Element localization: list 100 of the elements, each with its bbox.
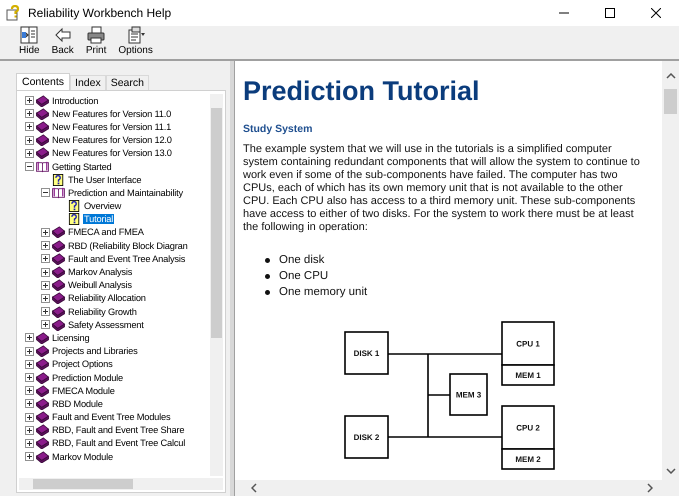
expand-icon[interactable]	[25, 346, 34, 356]
help-page-icon	[67, 200, 82, 212]
expand-icon[interactable]	[25, 360, 34, 369]
toolbar-button[interactable]: Hide	[16, 26, 43, 56]
book-icon	[51, 292, 66, 304]
horizontal-scrollbar[interactable]	[235, 480, 679, 496]
close-icon[interactable]	[651, 8, 661, 18]
expand-icon[interactable]	[25, 386, 34, 396]
tree-item[interactable]: Prediction and Maintainability	[67, 188, 184, 198]
book-icon	[51, 279, 66, 292]
open-book-icon	[51, 186, 66, 199]
expand-icon[interactable]	[41, 294, 50, 303]
tree-item[interactable]: Getting Started	[51, 162, 113, 172]
expand-icon[interactable]	[25, 148, 34, 158]
expand-icon[interactable]	[25, 373, 34, 382]
book-icon	[51, 266, 66, 278]
scroll-thumb[interactable]	[664, 89, 677, 114]
book-icon	[35, 120, 50, 133]
tree-item[interactable]: FMECA and FMEA	[67, 227, 145, 238]
toolbar-button[interactable]: Back	[48, 26, 77, 56]
expand-icon[interactable]	[25, 136, 34, 145]
book-icon	[35, 450, 50, 463]
tree-item[interactable]: RBD, Fault and Event Tree Share	[51, 425, 186, 436]
tree-item[interactable]: Safety Assessment	[67, 320, 145, 330]
diagram-block: CPU 2	[501, 405, 555, 450]
book-icon	[51, 318, 66, 331]
tree-item[interactable]: Tutorial	[83, 214, 114, 224]
bullet-icon	[265, 290, 270, 294]
expand-icon[interactable]	[25, 426, 34, 435]
tab[interactable]: Search	[106, 75, 149, 90]
tree-item[interactable]: The User Interface	[67, 174, 142, 185]
expand-icon[interactable]	[41, 307, 50, 316]
tree-item[interactable]: Overview	[83, 201, 122, 212]
book-icon	[35, 345, 50, 358]
expand-icon[interactable]	[41, 254, 50, 264]
tree-item[interactable]: Licensing	[51, 332, 90, 343]
tree-item[interactable]: Project Options	[51, 359, 114, 370]
book-icon	[35, 147, 50, 160]
tree-item[interactable]: New Features for Version 11.0	[51, 108, 172, 119]
scrollbar[interactable]	[662, 61, 679, 480]
scroll-up-icon[interactable]	[666, 73, 676, 79]
tab[interactable]: Index	[70, 75, 106, 90]
expand-icon[interactable]	[25, 122, 34, 132]
maximize-icon[interactable]	[605, 8, 615, 18]
book-icon	[51, 226, 66, 238]
toolbar-button[interactable]: Options	[115, 26, 156, 56]
collapse-icon[interactable]	[25, 162, 34, 172]
scroll-thumb[interactable]	[33, 479, 133, 489]
expand-icon[interactable]	[41, 228, 50, 237]
book-icon	[35, 372, 50, 384]
tree-item[interactable]: Fault and Event Tree Analysis	[67, 254, 186, 264]
tree-item[interactable]: Projects and Libraries	[51, 346, 139, 356]
tree-item[interactable]: Weibull Analysis	[67, 280, 133, 290]
book-icon	[35, 134, 50, 146]
book-icon	[35, 398, 50, 410]
list-item: One CPU	[279, 270, 328, 282]
tree-item[interactable]: New Features for Version 11.1	[51, 122, 172, 132]
expand-icon[interactable]	[25, 412, 34, 422]
expand-icon[interactable]	[41, 268, 50, 277]
expand-icon[interactable]	[41, 320, 50, 330]
tab[interactable]: Contents	[16, 73, 70, 90]
toolbar-button[interactable]: Print	[82, 26, 110, 56]
expand-icon[interactable]	[25, 333, 34, 342]
diagram-block: DISK 2	[344, 415, 389, 459]
tree-item[interactable]: Fault and Event Tree Modules	[51, 412, 172, 422]
book-icon	[35, 332, 50, 344]
tree-item[interactable]: Reliability Allocation	[67, 293, 147, 304]
horizontal-scrollbar[interactable]	[19, 478, 223, 490]
tree-item[interactable]: RBD (Reliability Block Diagran	[67, 240, 189, 251]
tree-item[interactable]: FMECA Module	[51, 386, 116, 396]
expand-icon[interactable]	[41, 241, 50, 250]
scrollbar[interactable]	[210, 94, 223, 476]
expand-icon[interactable]	[25, 438, 34, 448]
tree-item[interactable]: Introduction	[51, 96, 100, 106]
scroll-left-icon[interactable]	[251, 483, 257, 493]
tree-item[interactable]: RBD Module	[51, 398, 104, 409]
expand-icon[interactable]	[25, 109, 34, 118]
diagram-block: MEM 3	[449, 373, 488, 416]
tree-item[interactable]: New Features for Version 13.0	[51, 148, 173, 158]
scroll-thumb[interactable]	[211, 108, 222, 338]
scroll-right-icon[interactable]	[647, 483, 653, 493]
book-icon	[35, 94, 50, 107]
expand-icon[interactable]	[25, 399, 34, 408]
back-arrow-icon	[54, 26, 72, 44]
book-icon	[35, 358, 50, 370]
expand-icon[interactable]	[25, 96, 34, 106]
collapse-icon[interactable]	[41, 188, 50, 198]
tree-item[interactable]: Prediction Module	[51, 372, 124, 383]
tree-item[interactable]: Markov Module	[51, 452, 114, 462]
section-heading: Study System	[243, 123, 314, 135]
tree-item[interactable]: RBD, Fault and Event Tree Calcul	[51, 438, 186, 448]
tree-item[interactable]: Markov Analysis	[67, 267, 134, 278]
book-icon	[35, 384, 50, 397]
book-icon	[35, 411, 50, 424]
expand-icon[interactable]	[25, 452, 34, 462]
scroll-down-icon[interactable]	[666, 468, 676, 474]
bullet-icon	[265, 274, 270, 278]
tree-item[interactable]: New Features for Version 12.0	[51, 135, 173, 146]
tree-item[interactable]: Reliability Growth	[67, 306, 138, 317]
expand-icon[interactable]	[41, 280, 50, 290]
